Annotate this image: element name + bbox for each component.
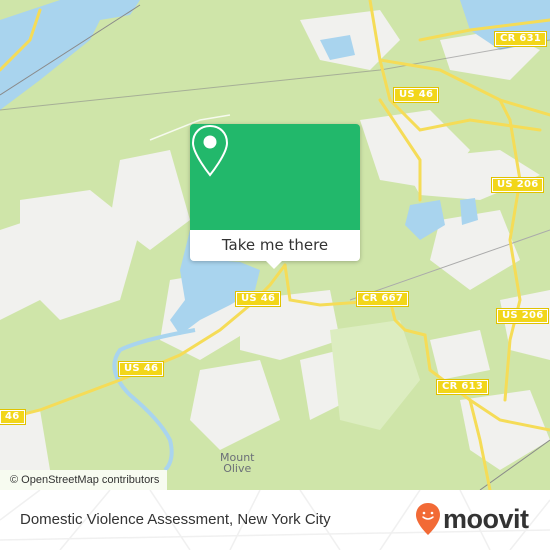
place-label-mount-olive: Mount Olive: [220, 451, 255, 475]
popup-pointer: [266, 261, 282, 269]
road-shield-cr667: CR 667: [355, 291, 410, 307]
road-shield-cr631: CR 631: [493, 31, 548, 47]
road-shield-us46: 46: [0, 409, 26, 425]
road-shield-us206: US 206: [490, 177, 545, 193]
place-title: Domestic Violence Assessment, New York C…: [20, 511, 331, 528]
road-shield-us206: US 206: [495, 308, 550, 324]
footer-bar: Domestic Violence Assessment, New York C…: [0, 490, 550, 550]
location-popup: Take me there: [190, 124, 360, 269]
road-shield-us46: US 46: [117, 361, 165, 377]
road-shield-us46: US 46: [392, 87, 440, 103]
map-pin-icon: [191, 124, 229, 177]
road-shield-us46: US 46: [234, 291, 282, 307]
take-me-there-button[interactable]: Take me there: [190, 230, 360, 261]
moovit-pin-icon: [416, 503, 440, 535]
moovit-wordmark: moovit: [443, 504, 529, 534]
map-view[interactable]: CR 631 US 46 US 206 US 46 CR 667 US 206 …: [0, 0, 550, 490]
map-attribution[interactable]: © OpenStreetMap contributors: [0, 470, 168, 490]
moovit-logo[interactable]: moovit: [415, 502, 529, 538]
road-shield-cr613: CR 613: [435, 379, 490, 395]
popup-header: [190, 124, 360, 230]
